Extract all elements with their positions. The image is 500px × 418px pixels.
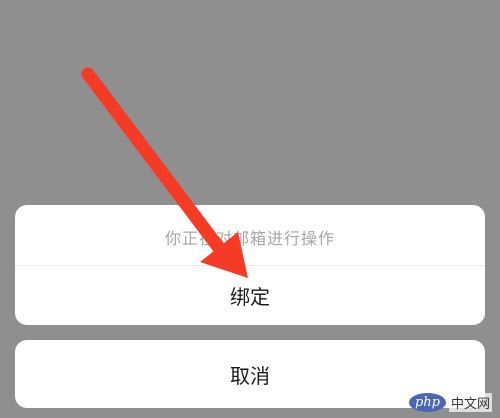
bind-button[interactable]: 绑定	[15, 266, 485, 325]
php-logo: php	[408, 393, 446, 412]
action-sheet: 你正在对邮箱进行操作 绑定	[15, 205, 485, 325]
watermark: php 中文网	[408, 393, 492, 412]
watermark-text: 中文网	[448, 393, 492, 412]
action-sheet-title: 你正在对邮箱进行操作	[164, 229, 335, 248]
